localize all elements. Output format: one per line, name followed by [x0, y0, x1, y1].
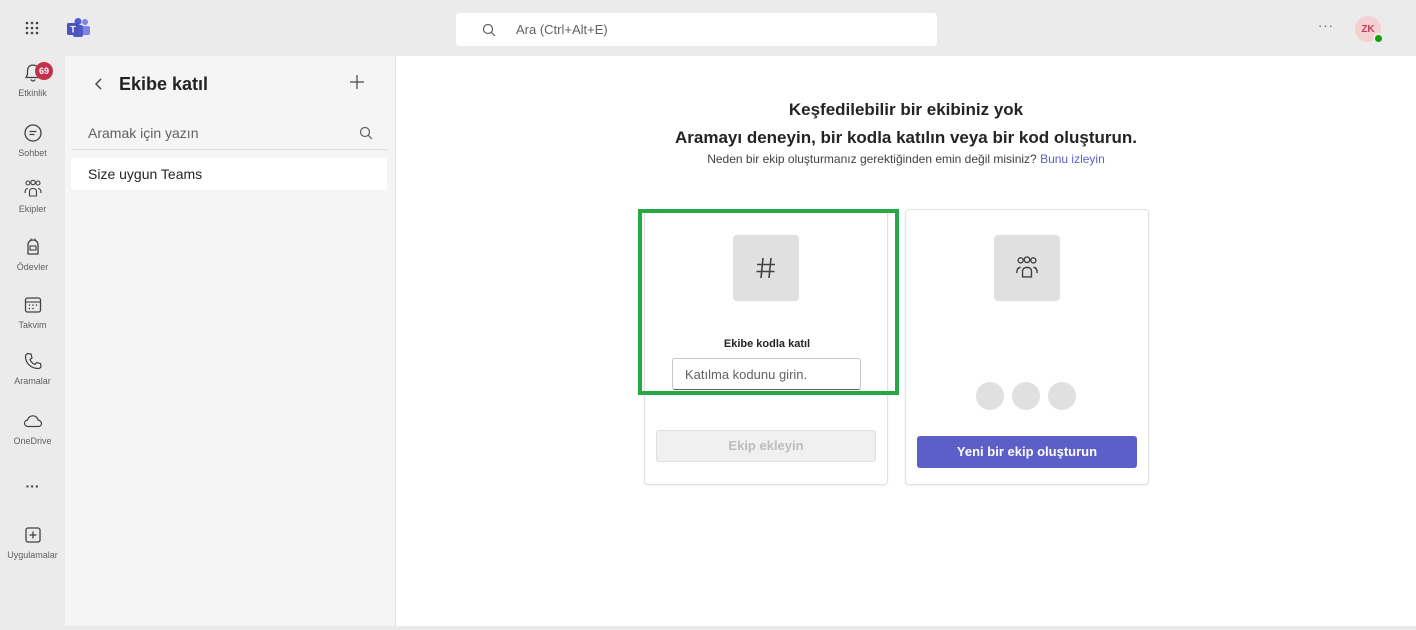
phone-icon: [24, 352, 42, 370]
presence-available-icon: [1373, 33, 1384, 44]
global-search-placeholder: Ara (Ctrl+Alt+E): [516, 22, 608, 37]
join-with-code-card: Ekibe kodla katıl Ekip ekleyin: [644, 209, 888, 485]
avatar-initials: ZK: [1361, 23, 1375, 35]
member-placeholder-avatar: [1046, 380, 1078, 412]
assignments-icon: [26, 238, 39, 255]
empty-state-description: Neden bir ekip oluşturmanız gerektiğinde…: [396, 152, 1416, 166]
hashtag-tile: [733, 235, 799, 301]
rail-item-assignments[interactable]: Ödevler: [0, 236, 65, 292]
join-code-input[interactable]: [672, 358, 861, 390]
team-search-placeholder: Aramak için yazın: [88, 125, 199, 141]
member-placeholders: [974, 380, 1084, 412]
rail-item-onedrive[interactable]: OneDrive: [0, 410, 65, 466]
teams-people-icon: [1016, 256, 1038, 278]
list-item-suggested-teams[interactable]: Size uygun Teams: [71, 158, 387, 190]
rail-item-label: Sohbet: [18, 148, 47, 158]
rail-item-label: Aramalar: [14, 376, 51, 386]
app-launcher-button[interactable]: [20, 16, 44, 40]
search-icon: [359, 126, 373, 140]
create-team-card: Yeni bir ekip oluşturun: [905, 209, 1149, 485]
rail-item-chat[interactable]: Sohbet: [0, 122, 65, 178]
app-rail: 69 Etkinlik Sohbet Ekipler Ödevler Takvi…: [0, 56, 65, 630]
join-with-code-label: Ekibe kodla katıl: [723, 338, 811, 350]
teams-people-icon: [23, 179, 42, 197]
search-icon: [482, 23, 496, 36]
add-app-icon: [24, 527, 41, 543]
rail-item-label: Ekipler: [18, 204, 47, 214]
rail-item-label: OneDrive: [13, 436, 52, 446]
svg-text:T: T: [70, 25, 76, 35]
calendar-icon: [24, 297, 41, 313]
rail-item-calls[interactable]: Aramalar: [0, 350, 65, 406]
member-placeholder-avatar: [1010, 380, 1042, 412]
more-options-button[interactable]: ···: [1316, 18, 1336, 38]
notification-badge: 69: [35, 62, 53, 80]
teams-logo: T: [66, 18, 92, 38]
rail-item-label: Takvim: [18, 320, 47, 330]
divider: [71, 149, 387, 150]
cloud-icon: [23, 415, 42, 428]
rail-item-calendar[interactable]: Takvim: [0, 294, 65, 350]
member-placeholder-avatar: [974, 380, 1006, 412]
add-team-button[interactable]: Ekip ekleyin: [656, 430, 876, 462]
rail-item-label: Uygulamalar: [7, 550, 58, 560]
top-bar: T Ara (Ctrl+Alt+E) ··· ZK: [0, 0, 1416, 56]
global-search-box[interactable]: Ara (Ctrl+Alt+E): [456, 13, 937, 46]
description-text: Neden bir ekip oluşturmanız gerektiğinde…: [707, 152, 1037, 166]
left-pane: Ekibe katıl Aramak için yazın Size uygun…: [65, 56, 396, 630]
back-button[interactable]: [89, 74, 109, 94]
rail-item-apps[interactable]: Uygulamalar: [0, 524, 65, 580]
rail-item-label: Ödevler: [16, 262, 49, 272]
chat-icon: [23, 124, 42, 142]
rail-item-label: Etkinlik: [18, 88, 47, 98]
rail-item-teams[interactable]: Ekipler: [0, 178, 65, 234]
teams-logo-icon: T: [67, 18, 90, 37]
empty-state-title: Keşfedilebilir bir ekibiniz yok: [788, 100, 1024, 119]
main-content: Keşfedilebilir bir ekibiniz yok Aramayı …: [396, 56, 1416, 630]
watch-video-link[interactable]: Bunu izleyin: [1040, 152, 1105, 166]
hashtag-icon: [756, 257, 775, 279]
plus-icon: [350, 75, 364, 89]
rail-item-activity[interactable]: 69 Etkinlik: [0, 62, 65, 118]
grid-icon: [25, 21, 39, 35]
team-search-input[interactable]: Aramak için yazın: [88, 118, 373, 148]
empty-state-subtitle: Aramayı deneyin, bir kodla katılın veya …: [675, 128, 1137, 147]
create-team-button[interactable]: Yeni bir ekip oluşturun: [917, 436, 1137, 468]
teams-tile: [994, 235, 1060, 301]
more-icon: ···: [25, 478, 40, 494]
bottom-border: [0, 626, 1416, 630]
avatar[interactable]: ZK: [1355, 16, 1384, 44]
add-button[interactable]: [347, 72, 367, 92]
rail-item-more[interactable]: ···: [0, 474, 65, 530]
page-title: Ekibe katıl: [119, 74, 209, 94]
chevron-left-icon: [95, 78, 102, 90]
